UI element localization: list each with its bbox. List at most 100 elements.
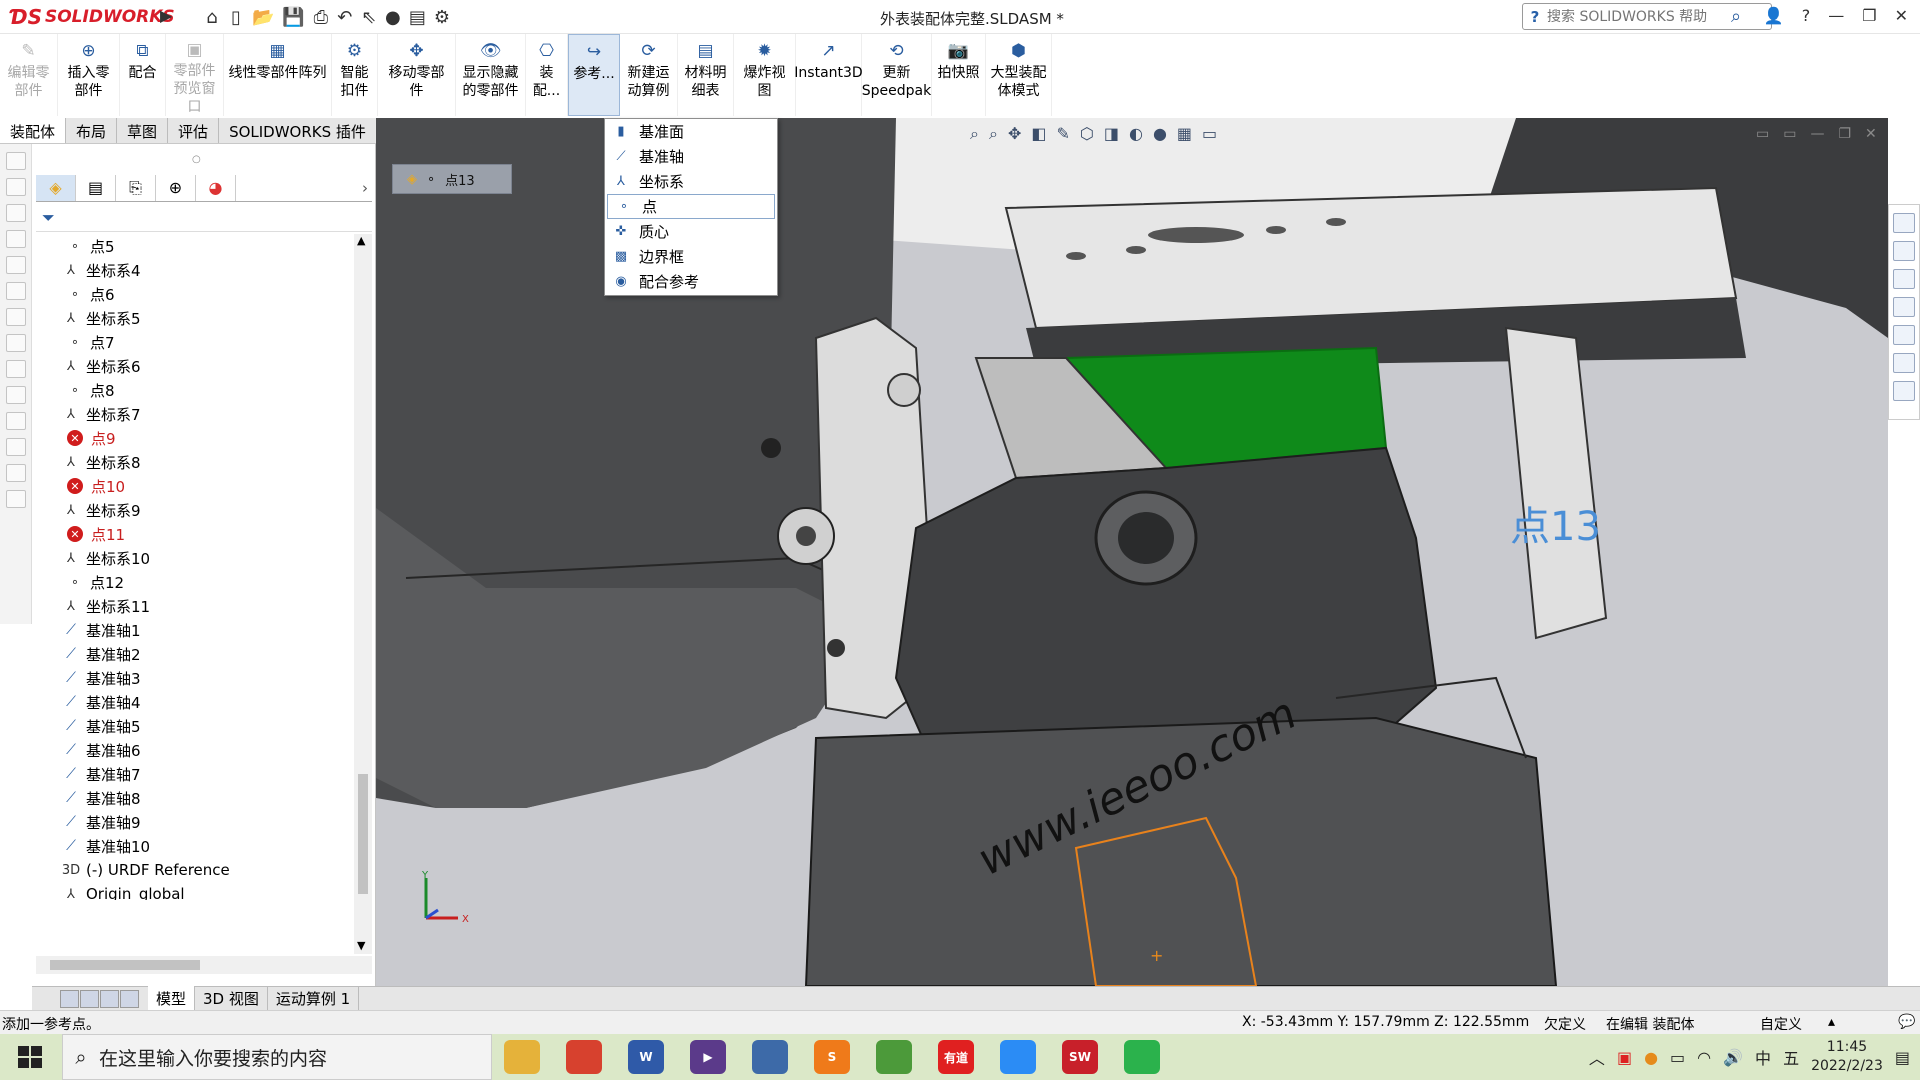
section-view-icon[interactable]: ◧ — [1031, 124, 1046, 144]
feature-manager-tab-icon[interactable]: ◈ — [36, 174, 76, 201]
scroll-up-icon[interactable]: ▲ — [357, 234, 365, 247]
ribbon-button-13[interactable]: ↗ Instant3D — [794, 34, 863, 116]
view-settings-icon[interactable]: ▭ — [1202, 124, 1217, 144]
tree-node[interactable]: ✕ 点10 — [36, 474, 352, 498]
strip-tool-icon[interactable] — [6, 308, 26, 326]
windows-start-icon[interactable] — [18, 1046, 42, 1068]
strip-tool-icon[interactable] — [6, 490, 26, 508]
ribbon-button-10[interactable]: ⟳ 新建运动算例 — [620, 34, 678, 116]
task-pane-view-palette-icon[interactable] — [1893, 325, 1915, 345]
edit-appearance-icon[interactable]: ● — [1153, 124, 1167, 144]
reference-menu-item[interactable]: ∘ 点 — [607, 194, 775, 219]
tree-node[interactable]: ⅄ 坐标系11 — [36, 594, 352, 618]
tree-node[interactable]: ⟋ 基准轴1 — [36, 618, 352, 642]
display-manager-tab-icon[interactable]: ◕ — [196, 174, 236, 201]
ribbon-button-9[interactable]: ↪ 参考... — [568, 34, 620, 116]
ime-indicator[interactable]: 中 — [1755, 1045, 1771, 1069]
close-icon[interactable]: ✕ — [1895, 6, 1908, 25]
clock[interactable]: 11:45 2022/2/23 — [1811, 1038, 1883, 1076]
minimize-icon[interactable]: — — [1810, 126, 1824, 142]
youdao-icon[interactable]: 有道 — [938, 1040, 974, 1074]
strip-tool-icon[interactable] — [6, 412, 26, 430]
reference-menu-item[interactable]: ✜ 质心 — [605, 219, 777, 244]
strip-tool-icon[interactable] — [6, 464, 26, 482]
bottom-tab[interactable]: 3D 视图 — [195, 986, 268, 1011]
task-pane-custom-properties-icon[interactable] — [1893, 381, 1915, 401]
ribbon-button-7[interactable]: 👁 显示隐藏的零部件 — [456, 34, 526, 116]
tree-filter[interactable]: ⏷ — [36, 204, 372, 232]
tree-node[interactable]: ∘ 点6 — [36, 282, 352, 306]
options-gear-icon[interactable]: ⚙ — [434, 7, 450, 28]
tree-node[interactable]: ∘ 点12 — [36, 570, 352, 594]
tree-node[interactable]: ⟋ 基准轴8 — [36, 786, 352, 810]
ribbon-button-12[interactable]: ✹ 爆炸视图 — [734, 34, 796, 116]
calculator-icon[interactable] — [752, 1040, 788, 1074]
strip-tool-icon[interactable] — [6, 152, 26, 170]
tray-app-icon[interactable]: ● — [1644, 1048, 1658, 1067]
ribbon-button-3[interactable]: ▣ 零部件预览窗口 — [166, 34, 224, 116]
tree-node[interactable]: ⟋ 基准轴7 — [36, 762, 352, 786]
zoom-to-fit-icon[interactable]: ⌕ — [970, 124, 979, 144]
scroll-thumb[interactable] — [358, 774, 368, 894]
restore-icon[interactable]: ❐ — [1862, 6, 1876, 25]
ribbon-button-1[interactable]: ⊕ 插入零部件 — [58, 34, 120, 116]
taskbar-search[interactable]: ⌕ 在这里输入你要搜索的内容 — [62, 1034, 492, 1080]
show-hidden-icons-chevron-icon[interactable]: ︿ — [1589, 1045, 1605, 1069]
tree-node[interactable]: ⅄ 坐标系8 — [36, 450, 352, 474]
ribbon-button-8[interactable]: ⎔ 装配... — [526, 34, 568, 116]
tree-node[interactable]: ∘ 点8 — [36, 378, 352, 402]
ribbon-button-4[interactable]: ▦ 线性零部件阵列 — [224, 34, 332, 116]
strip-tool-icon[interactable] — [6, 204, 26, 222]
tree-node[interactable]: ⅄ 坐标系10 — [36, 546, 352, 570]
save-icon[interactable]: 💾 — [282, 7, 304, 28]
word-like-icon[interactable]: W — [628, 1040, 664, 1074]
tree-node[interactable]: ⟋ 基准轴4 — [36, 690, 352, 714]
tile-icon[interactable]: ▭ — [1783, 126, 1796, 142]
ribbon-button-14[interactable]: ⟲ 更新 Speedpak — [862, 34, 932, 116]
notification-icon[interactable]: ▤ — [1895, 1048, 1910, 1067]
strip-tool-icon[interactable] — [6, 334, 26, 352]
unit-system[interactable]: 自定义 — [1760, 1014, 1802, 1034]
task-pane-appearances-icon[interactable] — [1893, 353, 1915, 373]
tree-node[interactable]: ⟋ 基准轴3 — [36, 666, 352, 690]
tree-node[interactable]: ✕ 点9 — [36, 426, 352, 450]
user-icon[interactable]: 👤 — [1764, 6, 1784, 25]
strip-tool-icon[interactable] — [6, 360, 26, 378]
weekday-indicator[interactable]: 五 — [1783, 1045, 1799, 1069]
dynamic-annotation-icon[interactable]: ✎ — [1056, 124, 1069, 144]
ribbon-button-16[interactable]: ⬢ 大型装配体模式 — [986, 34, 1052, 116]
hide-show-icon[interactable]: ◐ — [1129, 124, 1143, 144]
volume-icon[interactable]: 🔊 — [1723, 1048, 1743, 1067]
strip-tool-icon[interactable] — [6, 282, 26, 300]
command-tab[interactable]: 布局 — [66, 118, 118, 143]
media-player-icon[interactable]: ▶ — [690, 1040, 726, 1074]
tab-navigation-arrows[interactable] — [60, 989, 140, 1008]
solidworks-logo[interactable]: ƊS SOLIDWORKS — [10, 4, 175, 30]
ribbon-button-11[interactable]: ▤ 材料明细表 — [678, 34, 734, 116]
file-explorer-icon[interactable] — [504, 1040, 540, 1074]
bottom-tab[interactable]: 模型 — [148, 986, 196, 1011]
help-icon[interactable]: ? — [1802, 6, 1811, 25]
units-caret-icon[interactable]: ▴ — [1828, 1014, 1835, 1030]
ribbon-button-6[interactable]: ✥ 移动零部件 — [378, 34, 456, 116]
home-icon[interactable]: ⌂ — [204, 7, 220, 28]
strip-tool-icon[interactable] — [6, 230, 26, 248]
restore-icon[interactable]: ❐ — [1838, 126, 1851, 142]
new-document-icon[interactable]: ▯ — [228, 7, 244, 28]
ribbon-button-15[interactable]: 📷 拍快照 — [932, 34, 986, 116]
command-tab[interactable]: 草图 — [117, 118, 169, 143]
feishu-icon[interactable] — [1000, 1040, 1036, 1074]
dimxpert-tab-icon[interactable]: ⊕ — [156, 174, 196, 201]
ribbon-button-0[interactable]: ✎ 编辑零部件 — [0, 34, 58, 116]
battery-icon[interactable]: ▭ — [1670, 1048, 1685, 1067]
assembly-3d-view[interactable] — [376, 118, 1888, 986]
command-tab[interactable]: SOLIDWORKS 插件 — [219, 118, 377, 143]
tree-node[interactable]: ∘ 点7 — [36, 330, 352, 354]
reference-menu-item[interactable]: ▮ 基准面 — [605, 119, 777, 144]
tree-horizontal-scrollbar[interactable] — [36, 956, 372, 974]
tree-node[interactable]: ⅄ 坐标系9 — [36, 498, 352, 522]
tree-node[interactable]: ⅄ 坐标系4 — [36, 258, 352, 282]
reference-menu-item[interactable]: ⅄ 坐标系 — [605, 169, 777, 194]
reference-menu-item[interactable]: ◉ 配合参考 — [605, 269, 777, 294]
open-icon[interactable]: 📂 — [252, 7, 274, 28]
